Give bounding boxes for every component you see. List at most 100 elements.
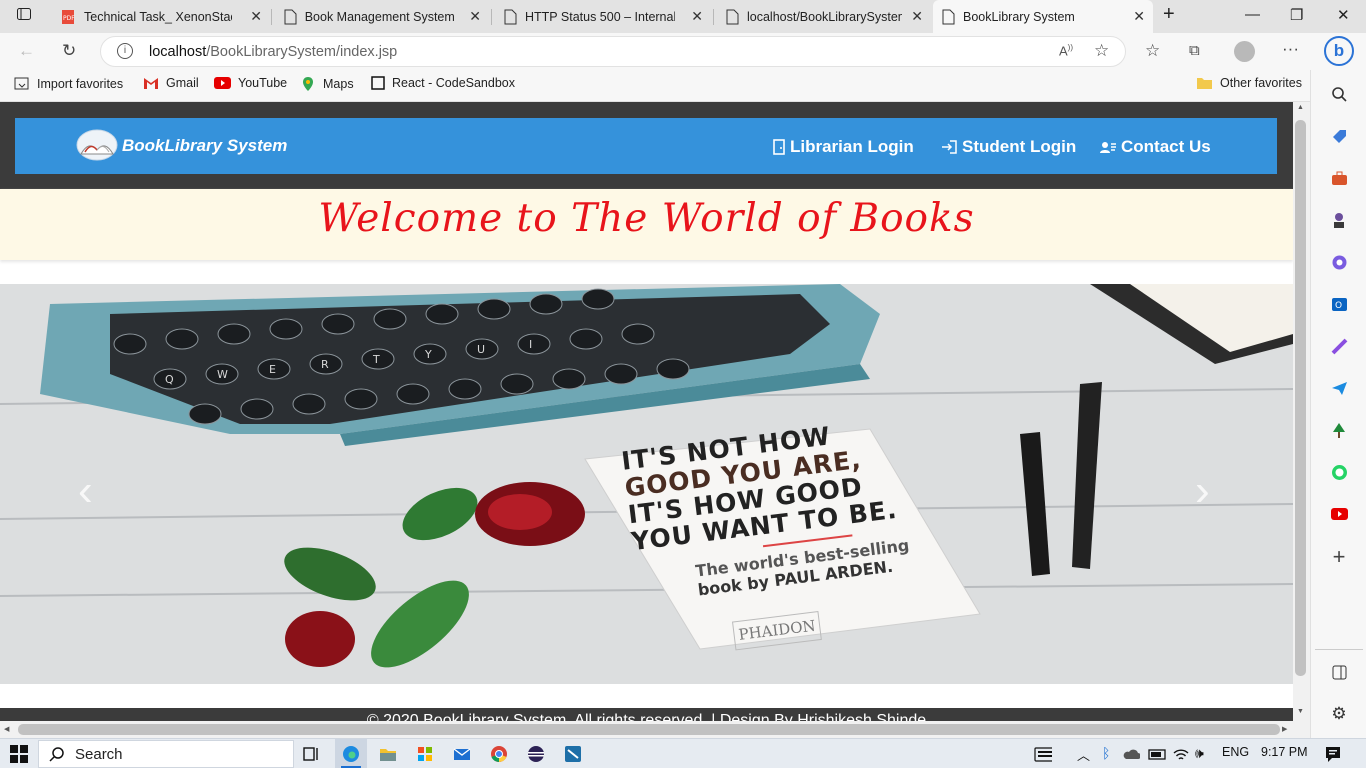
typewriter-key-label: Y xyxy=(424,348,432,361)
cloud-icon[interactable] xyxy=(1122,745,1140,763)
favorite-other[interactable]: Other favorites xyxy=(1196,76,1302,90)
codesandbox-icon xyxy=(371,76,385,90)
microsoft365-icon[interactable] xyxy=(1329,252,1349,272)
tab-book-management[interactable]: Book Management System ✕ xyxy=(275,4,489,29)
url-input[interactable]: i localhost/BookLibrarySystem/index.jsp … xyxy=(100,36,1126,67)
hero-carousel: Q W E R T Y U I IT'S NOT HOW GOOD YOU ARE, IT'S… xyxy=(0,284,1293,684)
info-icon[interactable]: i xyxy=(117,43,133,59)
favorite-youtube[interactable]: YouTube xyxy=(214,76,287,90)
add-favorite-icon[interactable]: ☆ xyxy=(1094,41,1109,61)
back-icon[interactable]: ← xyxy=(18,41,35,61)
bing-icon[interactable]: b xyxy=(1324,36,1354,66)
close-icon[interactable]: ✕ xyxy=(469,8,481,25)
settings-icon[interactable]: ⚙ xyxy=(1329,704,1349,724)
site-brand[interactable]: BookLibrary System xyxy=(122,136,287,156)
tools-icon[interactable] xyxy=(1329,168,1349,188)
close-icon[interactable]: ✕ xyxy=(250,8,262,25)
tree-icon[interactable] xyxy=(1329,420,1349,440)
close-icon[interactable]: ✕ xyxy=(1133,8,1145,25)
new-tab-icon[interactable]: + xyxy=(1163,3,1175,26)
tab-localhost[interactable]: localhost/BookLibrarySystem/ ✕ xyxy=(717,4,931,29)
send-icon[interactable] xyxy=(1329,378,1349,398)
typewriter-key xyxy=(500,373,534,395)
typewriter-key xyxy=(165,328,199,350)
book-logo-icon[interactable] xyxy=(75,128,119,162)
notifications-icon[interactable] xyxy=(1324,745,1342,763)
nav-contact-us[interactable]: Contact Us xyxy=(1100,137,1211,157)
typewriter-key xyxy=(344,388,378,410)
url-host: localhost xyxy=(149,44,207,60)
wifi-icon[interactable] xyxy=(1172,745,1190,763)
nav-librarian-login[interactable]: Librarian Login xyxy=(773,137,914,157)
outlook-icon[interactable]: O xyxy=(1329,294,1349,314)
horizontal-scrollbar[interactable]: ◀ ▶ xyxy=(0,721,1310,738)
window-close-icon[interactable]: ✕ xyxy=(1337,6,1350,24)
typewriter-key xyxy=(448,378,482,400)
welcome-heading: Welcome to The World of Books xyxy=(318,196,975,241)
designer-icon[interactable] xyxy=(1329,336,1349,356)
page-icon xyxy=(942,9,955,24)
typewriter-key xyxy=(321,313,355,335)
typewriter-key-label: Q xyxy=(165,373,174,386)
task-view-icon[interactable] xyxy=(303,745,321,763)
volume-icon[interactable]: 🕪 xyxy=(1195,745,1204,762)
minimize-icon[interactable]: — xyxy=(1245,6,1260,23)
tab-actions-icon[interactable] xyxy=(16,6,32,26)
sidebar-toggle-icon[interactable] xyxy=(1329,662,1349,682)
file-explorer-icon[interactable] xyxy=(379,745,397,763)
edge-icon[interactable] xyxy=(342,745,360,763)
nav-student-login[interactable]: Student Login xyxy=(941,137,1076,157)
favorite-gmail[interactable]: Gmail xyxy=(143,76,199,90)
tab-http-500[interactable]: HTTP Status 500 – Internal Server Error … xyxy=(495,4,711,29)
collections-icon[interactable]: ⧉ xyxy=(1189,42,1200,59)
typewriter-key xyxy=(292,393,326,415)
favorites-icon[interactable]: ☆ xyxy=(1145,41,1160,61)
read-aloud-icon[interactable]: A)) xyxy=(1059,43,1073,58)
keyboard-icon[interactable] xyxy=(1034,745,1052,763)
windows-start-icon[interactable] xyxy=(10,745,28,763)
carousel-next-icon[interactable]: › xyxy=(1195,466,1210,516)
carousel-prev-icon[interactable]: ‹ xyxy=(78,466,93,516)
favorite-label: Gmail xyxy=(166,76,199,90)
horizontal-scroll-thumb[interactable] xyxy=(18,724,1280,735)
close-icon[interactable]: ✕ xyxy=(911,8,923,25)
favorite-maps[interactable]: Maps xyxy=(300,76,354,92)
tab-pdf[interactable]: PDF Technical Task_ XenonStack.pdf ✕ xyxy=(52,4,270,29)
nav-label: Librarian Login xyxy=(790,137,914,156)
store-icon[interactable] xyxy=(416,745,434,763)
games-icon[interactable] xyxy=(1329,210,1349,230)
shopping-tag-icon[interactable] xyxy=(1329,126,1349,146)
language-indicator[interactable]: ENG xyxy=(1222,745,1249,759)
vertical-scroll-thumb[interactable] xyxy=(1295,120,1306,676)
chrome-icon[interactable] xyxy=(490,745,508,763)
youtube-icon[interactable] xyxy=(1329,504,1349,524)
tab-booklibrary[interactable]: BookLibrary System ✕ xyxy=(933,0,1153,33)
gmail-icon xyxy=(144,78,158,89)
battery-icon[interactable] xyxy=(1148,745,1166,763)
taskbar-search-input[interactable]: Search xyxy=(38,740,294,768)
add-icon[interactable]: + xyxy=(1329,544,1349,569)
favorite-import[interactable]: Import favorites xyxy=(14,76,123,92)
bluetooth-icon[interactable]: ᛒ xyxy=(1102,745,1110,761)
search-icon[interactable] xyxy=(1329,84,1349,104)
chevron-up-icon[interactable]: ︿ xyxy=(1077,745,1090,764)
vertical-scrollbar[interactable]: ▲ ▼ xyxy=(1293,102,1310,721)
profile-avatar[interactable] xyxy=(1234,41,1255,62)
favorite-label: Maps xyxy=(323,77,354,91)
typewriter-key xyxy=(529,293,563,315)
eclipse-icon[interactable] xyxy=(527,745,545,763)
favorite-codesandbox[interactable]: React - CodeSandbox xyxy=(371,76,515,90)
restore-icon[interactable]: ❐ xyxy=(1290,6,1303,24)
more-icon[interactable]: ··· xyxy=(1282,39,1299,59)
typewriter-key-label: W xyxy=(217,368,228,381)
close-icon[interactable]: ✕ xyxy=(691,8,703,25)
clock[interactable]: 9:17 PM xyxy=(1261,745,1308,759)
app-icon[interactable] xyxy=(564,745,582,763)
refresh-icon[interactable]: ↻ xyxy=(62,41,76,61)
tab-title: Book Management System xyxy=(304,9,455,24)
typewriter-key xyxy=(621,323,655,345)
mail-icon[interactable] xyxy=(453,745,471,763)
favorite-label: YouTube xyxy=(238,76,288,90)
whatsapp-icon[interactable] xyxy=(1329,462,1349,482)
search-label: Search xyxy=(75,745,123,763)
